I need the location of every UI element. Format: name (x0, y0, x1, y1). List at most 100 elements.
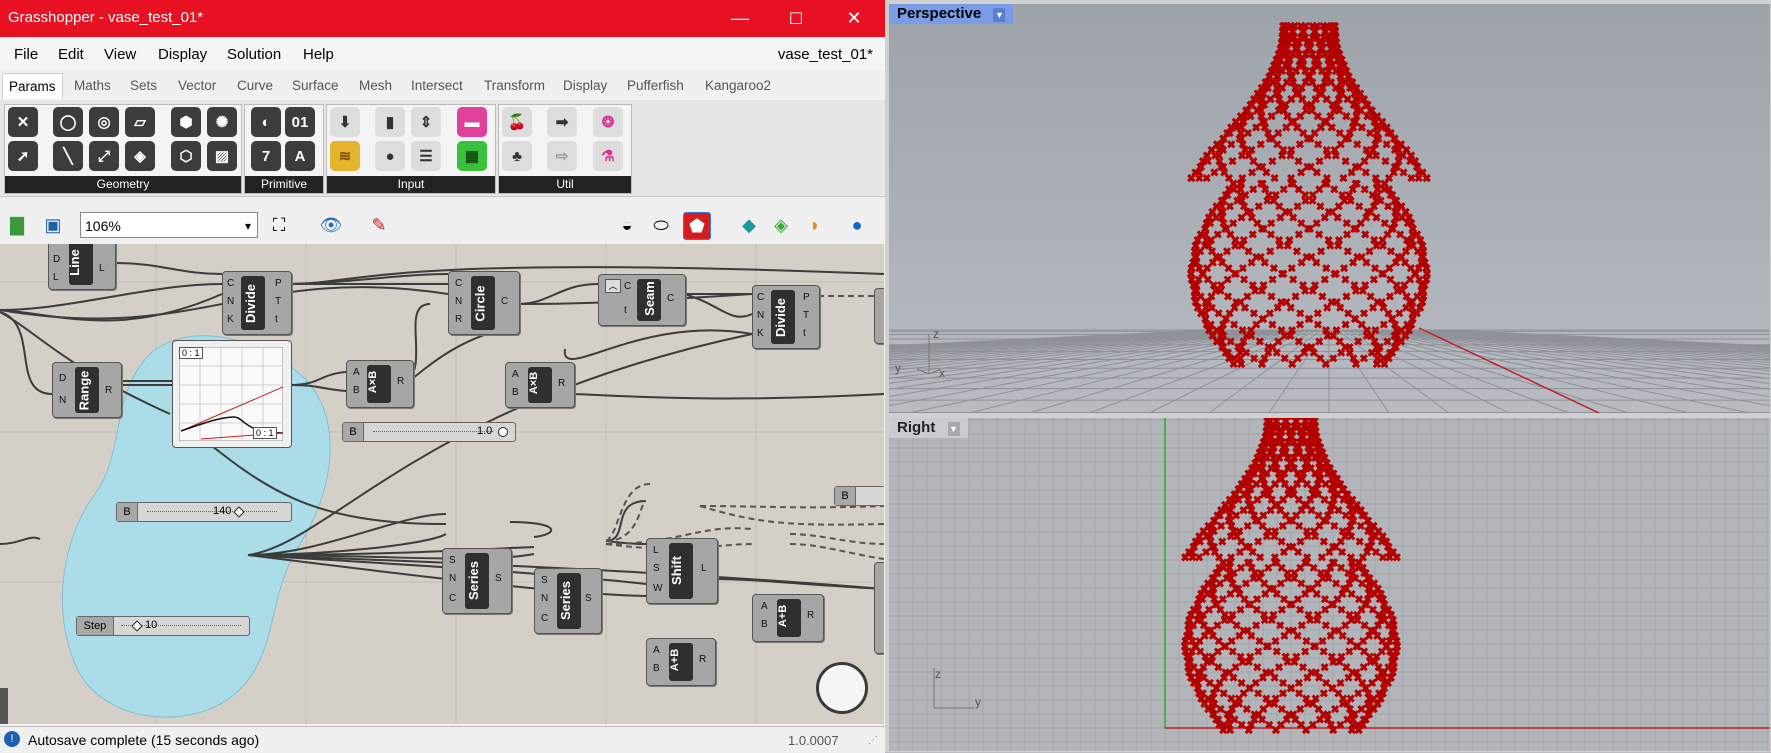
flask-icon[interactable]: ⚗ (593, 141, 623, 171)
import-icon[interactable]: ⬇ (330, 107, 360, 137)
surface-param-icon[interactable]: ▱ (125, 107, 155, 137)
tab-sets[interactable]: Sets (130, 78, 157, 93)
boolean-param-icon[interactable]: 01 (285, 107, 315, 137)
menu-view[interactable]: View (104, 46, 136, 63)
multiplication-component-2[interactable]: A×B A B R (505, 362, 575, 408)
matrix-icon[interactable]: ▦ (457, 141, 487, 171)
tab-params[interactable]: Params (2, 73, 63, 99)
range-component[interactable]: Range D N R (52, 362, 122, 418)
number-slider-step[interactable]: Step 10 (76, 616, 250, 636)
seam-component[interactable]: ︿ Seam C t C (598, 274, 686, 326)
perspective-viewport-tab[interactable]: Perspective ▼ (889, 4, 1013, 24)
line-component[interactable]: Line D L L (48, 244, 116, 290)
open-file-icon[interactable]: ▇ (4, 212, 30, 238)
right-viewport[interactable]: z y Right ▼ (889, 418, 1770, 751)
menu-solution[interactable]: Solution (227, 46, 281, 63)
data-dam-icon[interactable]: ➡ (547, 107, 577, 137)
offscreen-component[interactable] (874, 288, 884, 344)
toggle-icon[interactable]: ▮ (375, 107, 405, 137)
chevron-down-icon[interactable]: ▼ (993, 8, 1005, 22)
chevron-up-icon[interactable]: ︿ (605, 279, 621, 293)
save-file-icon[interactable]: ▣ (40, 212, 66, 238)
box-param-icon[interactable]: ⬢ (171, 107, 201, 137)
number-slider-b-140[interactable]: B 140 (116, 502, 292, 522)
brep-param-icon[interactable]: ⬡ (171, 141, 201, 171)
canvas-navigation-compass-icon[interactable] (816, 662, 868, 714)
galapagos-icon[interactable]: ❂ (593, 107, 623, 137)
tab-pufferfish[interactable]: Pufferfish (627, 78, 684, 93)
addition-component-2[interactable]: A+B A B R (646, 638, 716, 686)
menu-file[interactable]: File (14, 46, 38, 63)
mesh-quality-icon[interactable]: ◈ (768, 212, 794, 238)
display-sphere-icon[interactable]: ● (844, 212, 870, 238)
series-component-2[interactable]: Series S N C S (534, 568, 602, 634)
tab-curve[interactable]: Curve (237, 78, 273, 93)
gradient-icon[interactable]: ≋ (330, 141, 360, 171)
perspective-scene: z x y (889, 4, 1770, 413)
right-viewport-tab[interactable]: Right ▼ (889, 418, 968, 438)
tab-maths[interactable]: Maths (74, 78, 111, 93)
tab-mesh[interactable]: Mesh (359, 78, 392, 93)
multiplication-component-1[interactable]: A×B A B R (346, 360, 414, 408)
tab-kangaroo2[interactable]: Kangaroo2 (705, 78, 771, 93)
perspective-viewport[interactable]: z x y Perspective ▼ (889, 4, 1770, 413)
value-list-icon[interactable]: ☰ (411, 141, 441, 171)
close-button[interactable]: ✕ (826, 0, 882, 37)
zoom-dropdown[interactable]: 106% ▾ (80, 212, 258, 238)
tab-intersect[interactable]: Intersect (411, 78, 463, 93)
minimize-button[interactable]: — (712, 0, 768, 37)
tab-display[interactable]: Display (563, 78, 607, 93)
offscreen-component-2[interactable] (874, 562, 884, 654)
line-param-icon[interactable]: ╲ (53, 141, 83, 171)
point-param-icon[interactable]: ⤢ (89, 141, 119, 171)
graph-mapper-component[interactable]: 0 : 1 0 : 1 (172, 340, 292, 448)
zoom-extents-icon[interactable]: ⛶ (266, 212, 292, 238)
preview-mode-shaded-icon[interactable]: ⬭ (648, 212, 674, 238)
canvas-scroll-handle[interactable] (0, 688, 8, 724)
integer-param-icon[interactable]: 7 (251, 141, 281, 171)
button-icon[interactable]: ● (375, 141, 405, 171)
relay-icon[interactable]: ⇨ (547, 141, 577, 171)
text-param-icon[interactable]: A (285, 141, 315, 171)
curve-param-icon[interactable]: ◎ (89, 107, 119, 137)
number-slider-b-1[interactable]: B 1.0 (342, 422, 516, 442)
colour-swatch-icon[interactable]: ▬ (457, 107, 487, 137)
circle-param-icon[interactable]: ◯ (53, 107, 83, 137)
chevron-down-icon[interactable]: ▼ (948, 422, 960, 436)
menu-edit[interactable]: Edit (58, 46, 84, 63)
tab-transform[interactable]: Transform (484, 78, 545, 93)
tab-vector[interactable]: Vector (178, 78, 216, 93)
tab-surface[interactable]: Surface (292, 78, 339, 93)
preview-settings-icon[interactable]: ◆ (736, 212, 762, 238)
divide-curve-component[interactable]: Divide C N K P T t (222, 271, 292, 335)
number-slider-b-right[interactable]: B (834, 486, 884, 506)
node-canvas[interactable]: Line D L L Divide C N K P T t Circle C N… (0, 244, 884, 724)
preview-eye-icon[interactable]: 👁 (318, 212, 344, 238)
mesh-param-icon[interactable]: ◈ (125, 141, 155, 171)
tree-icon[interactable]: ♣ (502, 141, 532, 171)
resize-grip-icon[interactable]: ⋰ (868, 735, 878, 746)
plane-param-icon[interactable]: ▨ (207, 141, 237, 171)
slider-handle[interactable] (498, 427, 508, 437)
addition-component-1[interactable]: A+B A B R (752, 594, 824, 642)
cherry-picker-icon[interactable]: 🍒 (502, 107, 532, 137)
series-component-1[interactable]: Series S N C S (442, 548, 512, 614)
maximize-button[interactable]: ☐ (768, 0, 824, 37)
slider-handle[interactable] (131, 620, 142, 631)
right-scene: z y (889, 418, 1770, 751)
shift-list-component[interactable]: Shift L S W L (646, 538, 718, 604)
menu-help[interactable]: Help (303, 46, 334, 63)
preview-mode-selected-icon[interactable]: ⬟ (683, 212, 711, 240)
menu-display[interactable]: Display (158, 46, 207, 63)
vector-param-icon[interactable]: ➚ (8, 141, 38, 171)
circle-component[interactable]: Circle C N R C (448, 271, 520, 335)
sketch-icon[interactable]: ✎ (366, 212, 392, 238)
divide-curve-component-2[interactable]: Divide C N K P T t (752, 285, 820, 349)
colour-mode-icon[interactable]: ◑ (800, 212, 826, 238)
slider-handle[interactable] (233, 506, 244, 517)
slider-icon[interactable]: ⇕ (411, 107, 441, 137)
preview-mode-wire-icon[interactable]: ◒ (614, 212, 640, 238)
number-param-icon[interactable]: ◐ (251, 107, 281, 137)
field-param-icon[interactable]: ✺ (207, 107, 237, 137)
geometry-param-icon[interactable]: ✕ (8, 107, 38, 137)
